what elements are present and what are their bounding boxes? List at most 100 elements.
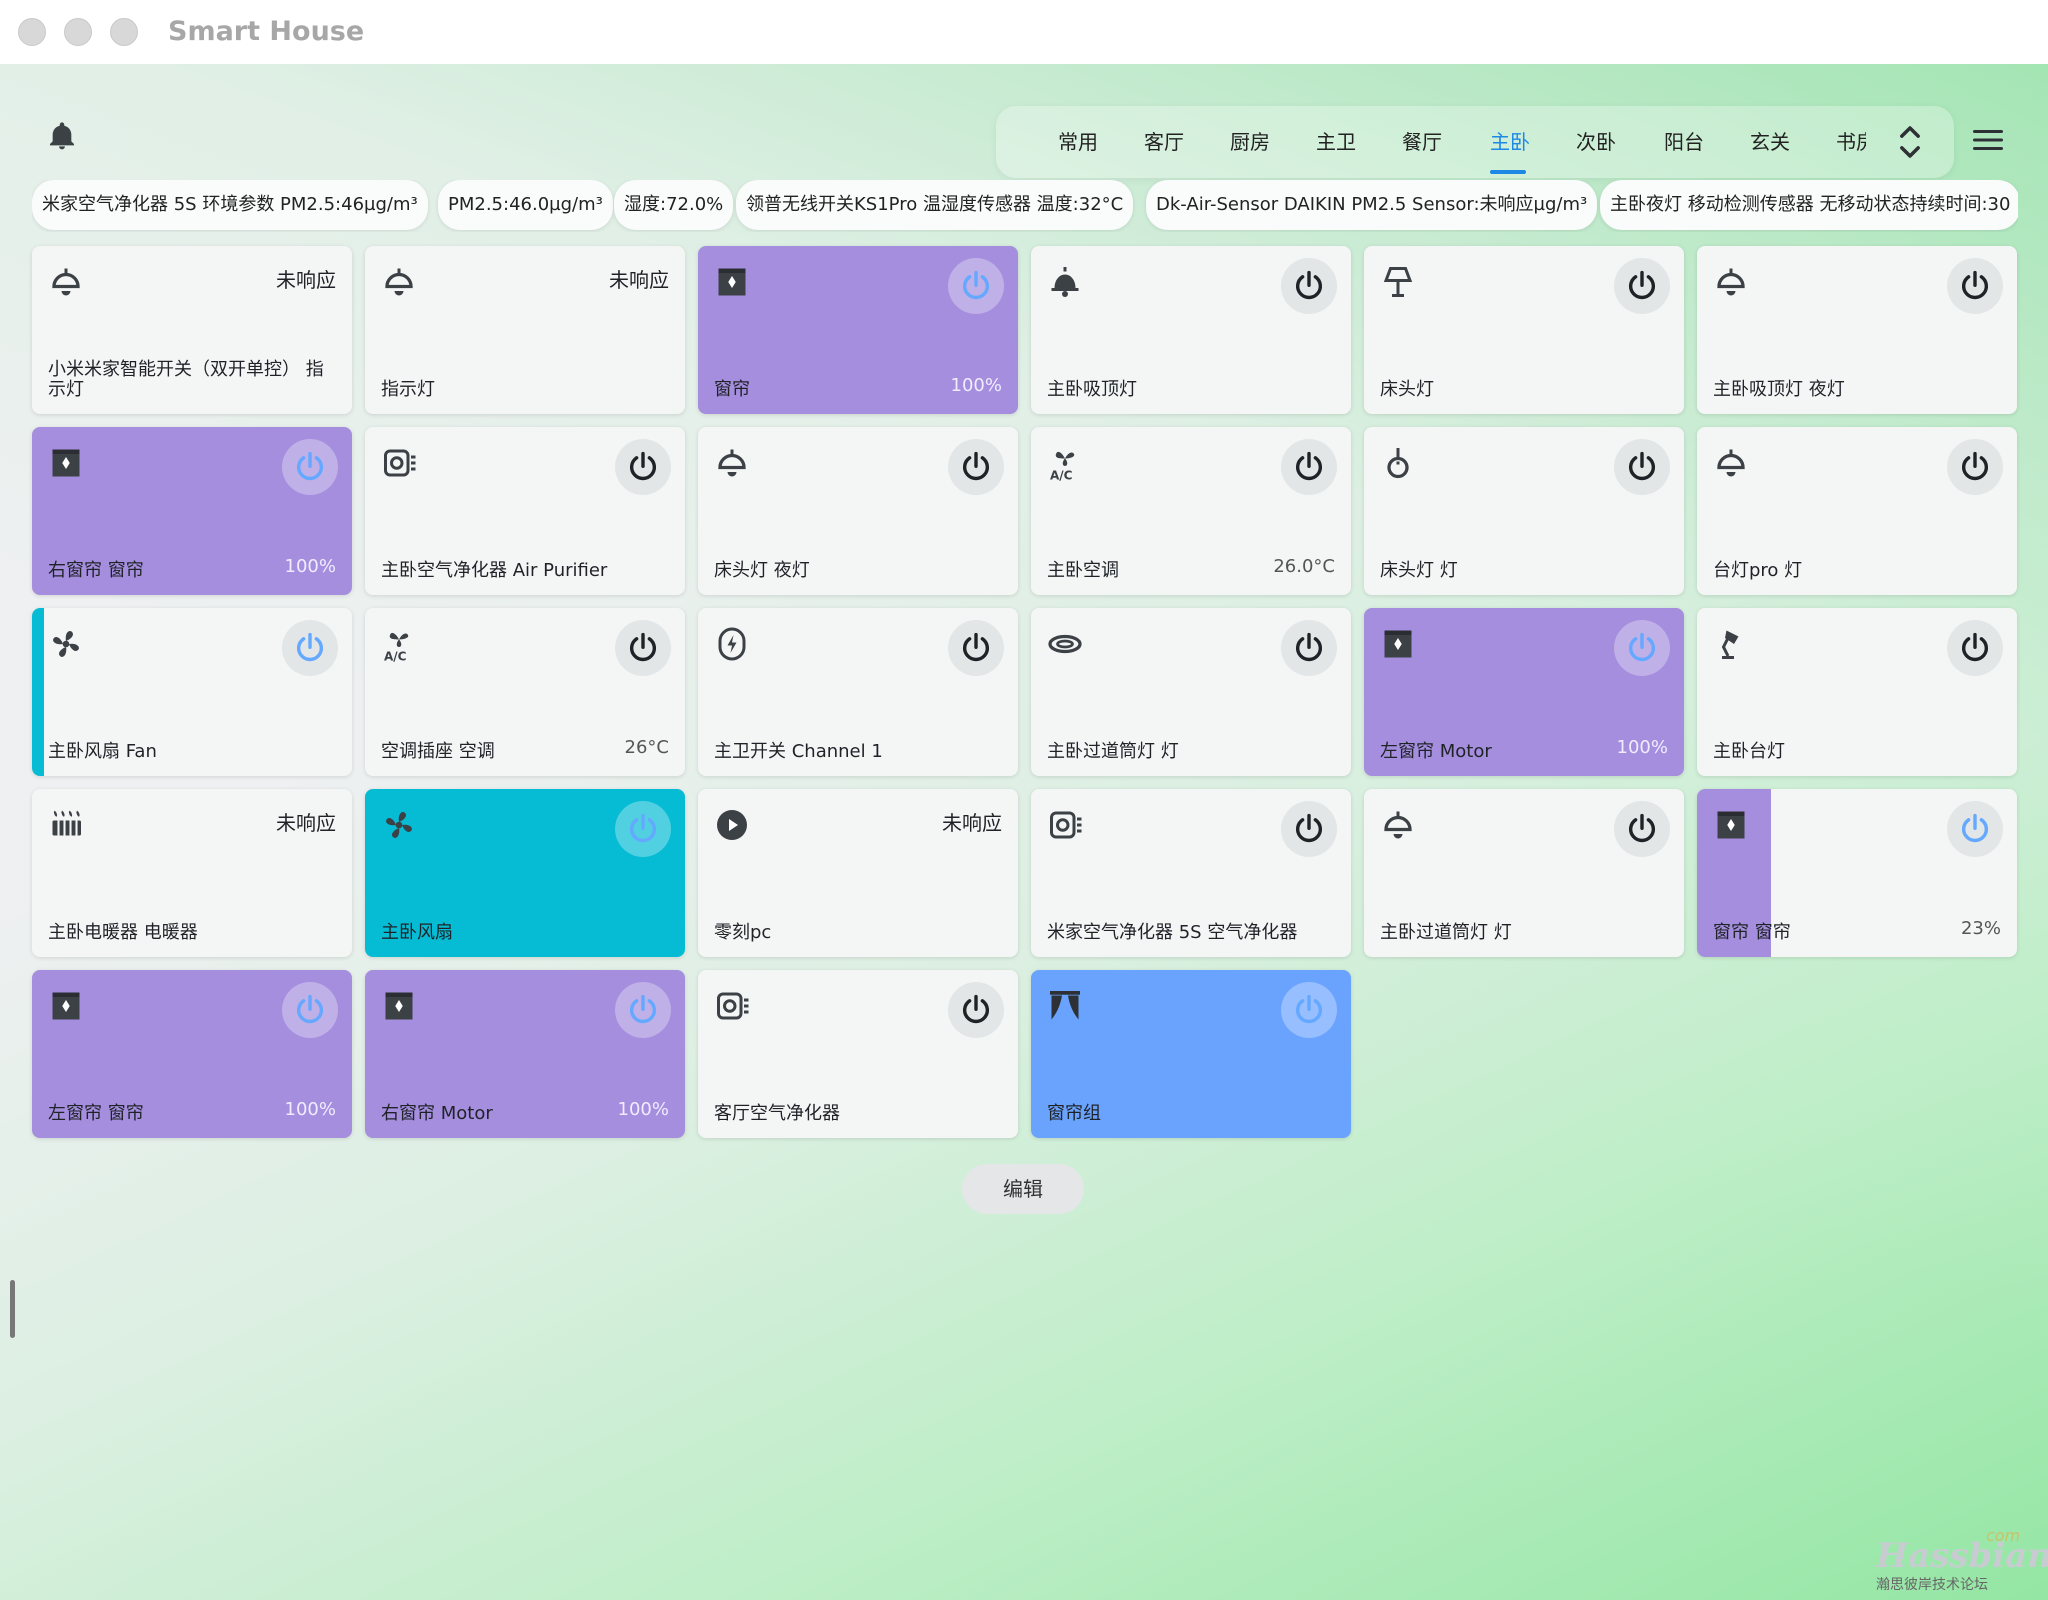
svg-text:A/C: A/C [1050,469,1073,482]
device-name: 米家空气净化器 5S 空气净化器 [1047,922,1298,943]
device-card[interactable]: 床头灯 [1364,246,1684,414]
power-toggle-button[interactable] [1614,620,1670,676]
play-circle-icon [717,810,747,840]
device-card[interactable]: A/C 空调插座 空调 26°C [365,608,685,776]
light-switch-icon [718,627,746,661]
device-card[interactable]: 主卫开关 Channel 1 [698,608,1018,776]
tab-0[interactable]: 常用 [1058,126,1098,155]
device-card[interactable]: 主卧台灯 [1697,608,2017,776]
device-card[interactable]: 窗帘 窗帘 23% [1697,789,2017,957]
power-toggle-button[interactable] [615,801,671,857]
tab-6[interactable]: 次卧 [1576,126,1616,155]
window-shutter-icon [52,449,80,477]
ceiling-light-icon [1384,811,1412,839]
power-toggle-button[interactable] [1281,801,1337,857]
device-card[interactable]: 未响应 主卧电暖器 电暖器 [32,789,352,957]
tab-1[interactable]: 客厅 [1144,126,1184,155]
power-toggle-button[interactable] [1281,620,1337,676]
power-toggle-button[interactable] [615,439,671,495]
device-card[interactable]: 未响应 小米米家智能开关（双开单控） 指示灯 [32,246,352,414]
edit-button[interactable]: 编辑 [962,1164,1084,1214]
device-card[interactable]: 主卧风扇 [365,789,685,957]
power-toggle-button[interactable] [1281,439,1337,495]
curtains-icon [1050,991,1080,1020]
device-card[interactable]: 右窗帘 窗帘 100% [32,427,352,595]
sensor-chip[interactable]: 湿度:72.0% [614,180,734,230]
device-card[interactable]: A/C 主卧空调 26.0°C [1031,427,1351,595]
device-name: 客厅空气净化器 [714,1103,840,1124]
tab-3[interactable]: 主卫 [1316,126,1356,155]
tab-9[interactable]: 书房 [1836,126,1866,155]
power-toggle-button[interactable] [948,439,1004,495]
device-card[interactable]: 主卧空气净化器 Air Purifier [365,427,685,595]
device-card[interactable]: 床头灯 夜灯 [698,427,1018,595]
power-toggle-button[interactable] [1614,258,1670,314]
device-card[interactable]: 右窗帘 Motor 100% [365,970,685,1138]
device-name: 零刻pc [714,922,772,943]
device-card[interactable]: 台灯pro 灯 [1697,427,2017,595]
power-toggle-button[interactable] [1281,258,1337,314]
device-value: 100% [284,556,336,577]
tab-5[interactable]: 主卧 [1490,126,1530,155]
power-toggle-button[interactable] [282,439,338,495]
device-card[interactable]: 主卧过道筒灯 灯 [1031,608,1351,776]
power-toggle-button[interactable] [1614,439,1670,495]
power-icon [629,813,657,843]
device-card[interactable]: 米家空气净化器 5S 空气净化器 [1031,789,1351,957]
sensor-chip[interactable]: Dk-Air-Sensor DAIKIN PM2.5 Sensor:未响应µg/… [1146,180,1598,230]
device-card[interactable]: 左窗帘 窗帘 100% [32,970,352,1138]
power-toggle-button[interactable] [1947,620,2003,676]
device-name: 窗帘组 [1047,1103,1101,1124]
device-card[interactable]: 左窗帘 Motor 100% [1364,608,1684,776]
device-card[interactable]: 主卧吸顶灯 夜灯 [1697,246,2017,414]
sensor-chip[interactable]: 主卧夜灯 移动检测传感器 无移动状态持续时间:30 [1600,180,2018,230]
device-name: 主卧空气净化器 Air Purifier [381,560,608,581]
device-name: 左窗帘 Motor [1380,741,1492,762]
zoom-window-button[interactable] [110,18,138,46]
device-status: 未响应 [609,268,669,292]
power-toggle-button[interactable] [282,620,338,676]
device-card[interactable]: 客厅空气净化器 [698,970,1018,1138]
tab-7[interactable]: 阳台 [1664,126,1704,155]
device-card[interactable]: 窗帘组 [1031,970,1351,1138]
device-card[interactable]: 床头灯 灯 [1364,427,1684,595]
power-toggle-button[interactable] [1281,982,1337,1038]
power-icon [1295,632,1323,662]
power-toggle-button[interactable] [948,258,1004,314]
power-icon [962,270,990,300]
device-card[interactable]: 主卧风扇 Fan [32,608,352,776]
sensor-chip[interactable]: 米家空气净化器 5S 环境参数 PM2.5:46µg/m³ [32,180,428,230]
air-purifier-icon [717,992,749,1020]
power-toggle-button[interactable] [1947,801,2003,857]
power-toggle-button[interactable] [1947,258,2003,314]
hamburger-menu-icon[interactable] [1973,128,2003,152]
device-card[interactable]: 主卧吸顶灯 [1031,246,1351,414]
tab-2[interactable]: 厨房 [1230,126,1270,155]
power-toggle-button[interactable] [615,620,671,676]
close-window-button[interactable] [18,18,46,46]
fan-icon [386,812,412,838]
sidebar-resize-handle[interactable] [10,1280,15,1338]
power-toggle-button[interactable] [1947,439,2003,495]
tab-scroll-chevrons-icon[interactable] [1896,122,1924,162]
device-card[interactable]: 未响应 零刻pc [698,789,1018,957]
power-toggle-button[interactable] [615,982,671,1038]
air-conditioner-icon: A/C [1050,451,1075,482]
device-card[interactable]: 窗帘 100% [698,246,1018,414]
tab-4[interactable]: 餐厅 [1402,126,1442,155]
sensor-chip[interactable]: 领普无线开关KS1Pro 温湿度传感器 温度:32°C [736,180,1134,230]
power-icon [296,451,324,481]
bell-icon[interactable] [46,120,78,152]
power-toggle-button[interactable] [1614,801,1670,857]
device-value: 26.0°C [1273,556,1335,577]
power-toggle-button[interactable] [948,620,1004,676]
device-card[interactable]: 未响应 指示灯 [365,246,685,414]
power-toggle-button[interactable] [282,982,338,1038]
device-card[interactable]: 主卧过道筒灯 灯 [1364,789,1684,957]
power-toggle-button[interactable] [948,982,1004,1038]
sensor-chip[interactable]: PM2.5:46.0µg/m³ [438,180,613,230]
window-shutter-icon [1717,811,1745,839]
minimize-window-button[interactable] [64,18,92,46]
device-name: 床头灯 灯 [1380,560,1458,581]
tab-8[interactable]: 玄关 [1750,126,1790,155]
